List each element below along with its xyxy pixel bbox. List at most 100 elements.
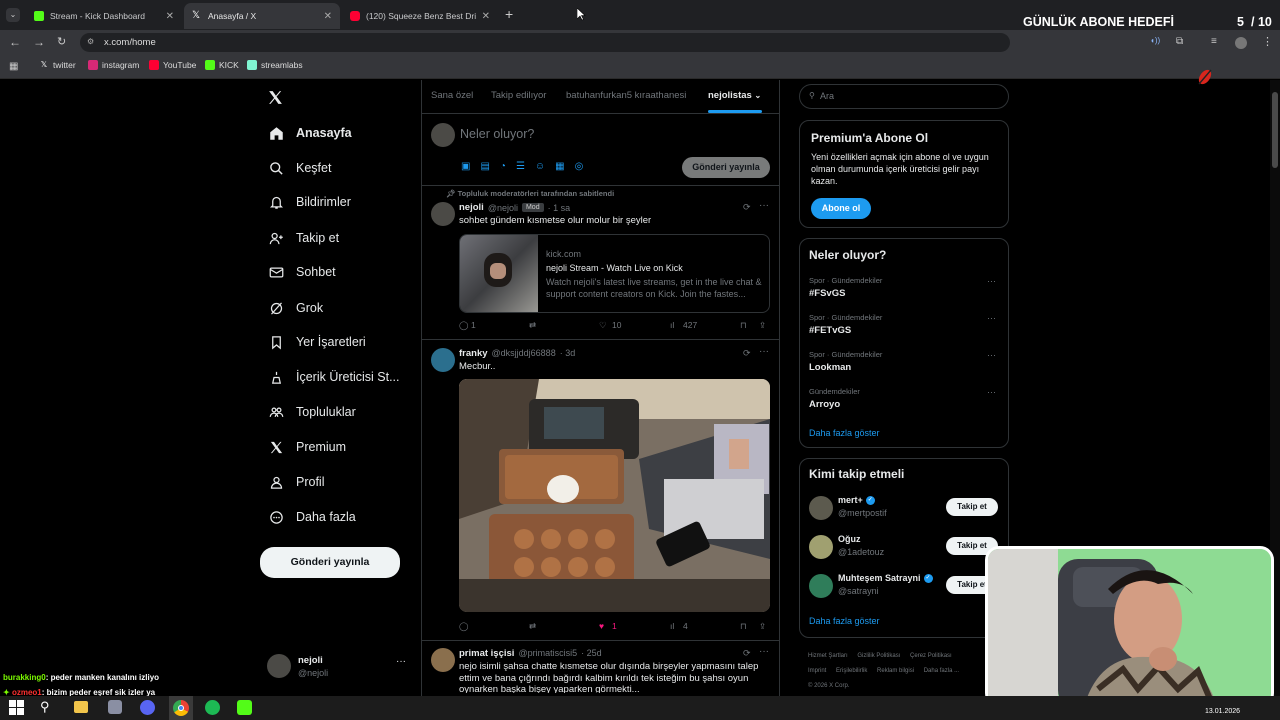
more-dots-icon[interactable]: ··· (987, 313, 996, 323)
link-card[interactable]: kick.com nejoli Stream - Watch Live on K… (459, 234, 770, 313)
grok-icon[interactable]: ⟳ (743, 202, 751, 213)
more-dots-icon[interactable]: ··· (987, 276, 996, 286)
kick-app-icon[interactable] (237, 700, 252, 715)
profile-avatar-icon[interactable] (1235, 37, 1247, 49)
compose-post-button[interactable]: Gönderi yayınla (682, 157, 770, 178)
spotify-icon[interactable] (205, 700, 220, 715)
file-explorer-icon[interactable] (74, 701, 88, 713)
like-icon[interactable]: ♡ (599, 320, 607, 331)
nav-item-3[interactable]: Takip et (268, 227, 339, 249)
reload-icon[interactable]: ↻ (57, 35, 66, 48)
avatar[interactable] (809, 535, 833, 559)
follow-name[interactable]: Oğuz (838, 534, 861, 544)
tab-following[interactable]: Takip edilıyor (491, 90, 546, 101)
follow-name[interactable]: mert+ (838, 495, 863, 505)
tab-for-you[interactable]: Sana özel (431, 90, 473, 101)
forward-icon[interactable]: → (33, 35, 45, 49)
avatar[interactable] (809, 574, 833, 598)
more-dots-icon[interactable]: ··· (987, 387, 996, 397)
views-icon[interactable]: ıl (670, 621, 674, 631)
nav-item-5[interactable]: Grok (268, 297, 323, 319)
bookmark-icon[interactable]: ⊓ (740, 320, 747, 331)
grok-icon[interactable]: ⟳ (743, 348, 751, 359)
views-icon[interactable]: ıl (670, 320, 674, 330)
back-icon[interactable]: ← (9, 35, 21, 49)
avatar[interactable] (809, 496, 833, 520)
tab-community[interactable]: batuhanfurkan5 kıraathanesi (566, 90, 686, 101)
follow-show-more[interactable]: Daha fazla göster (809, 616, 880, 626)
more-dots-icon[interactable]: ··· (396, 656, 406, 667)
close-icon[interactable]: ✕ (166, 11, 174, 22)
tab-nejolistas[interactable]: nejolistas ⌄ (708, 90, 761, 101)
x-logo-icon[interactable] (267, 89, 284, 106)
chrome-taskbar-button[interactable] (169, 696, 193, 720)
site-info-icon[interactable]: ⚙ (87, 37, 94, 46)
nav-item-4[interactable]: Sohbet (268, 261, 336, 283)
post-button[interactable]: Gönderi yayınla (260, 547, 400, 578)
new-tab-icon[interactable]: + (505, 6, 513, 22)
trend-item[interactable]: Spor · Gündemdekiler #FETvGS ··· (809, 313, 1001, 343)
bookmark-icon[interactable]: ⊓ (740, 621, 747, 632)
grok-icon[interactable]: ◔ (500, 161, 506, 172)
more-dots-icon[interactable]: ··· (759, 200, 769, 211)
bookmark-youtube[interactable]: YouTube (149, 60, 196, 70)
bookmark-kick[interactable]: KICK (205, 60, 239, 70)
follow-button[interactable]: Takip et (946, 498, 998, 516)
emoji-icon[interactable]: ☺ (535, 161, 545, 172)
more-dots-icon[interactable]: ··· (759, 646, 769, 657)
tab-search-icon[interactable]: ⌄ (6, 8, 20, 22)
schedule-icon[interactable]: ▦ (555, 161, 564, 172)
liked-heart-icon[interactable]: ♥ (599, 621, 604, 631)
nav-item-6[interactable]: Yer İşaretleri (268, 331, 366, 353)
nav-item-1[interactable]: Keşfet (268, 157, 331, 179)
search-input[interactable]: ⚲ Ara (799, 84, 1009, 109)
nav-item-0[interactable]: Anasayfa (268, 122, 352, 144)
windows-start-icon[interactable] (9, 700, 24, 715)
close-icon[interactable]: ✕ (482, 11, 490, 22)
close-icon[interactable]: ✕ (324, 11, 332, 22)
nav-item-7[interactable]: İçerik Üreticisi St... (268, 366, 400, 388)
gif-icon[interactable]: ▤ (480, 161, 489, 172)
nav-item-2[interactable]: Bildirimler (268, 191, 351, 213)
image-icon[interactable]: ▣ (461, 161, 470, 172)
tab-youtube[interactable]: (120) Squeeze Benz Best Driftin ✕ (342, 3, 498, 29)
tab-x-home[interactable]: 𝕏 Anasayfa / X ✕ (184, 3, 340, 29)
more-dots-icon[interactable]: ··· (987, 350, 996, 360)
tweet-image[interactable] (459, 379, 770, 612)
share-icon[interactable]: ⇪ (759, 621, 766, 632)
nav-item-11[interactable]: Daha fazla (268, 506, 356, 528)
nav-item-8[interactable]: Topluluklar (268, 401, 356, 423)
retweet-icon[interactable]: ⇄ (529, 621, 536, 632)
media-control-icon[interactable]: ≡ (1211, 36, 1217, 47)
avatar[interactable] (431, 648, 455, 672)
app-icon[interactable] (108, 700, 122, 714)
grok-icon[interactable]: ⟳ (743, 648, 751, 659)
tab-kick-dashboard[interactable]: Stream - Kick Dashboard ✕ (26, 3, 182, 29)
retweet-icon[interactable]: ⇄ (529, 320, 536, 331)
address-bar[interactable]: ⚙ x.com/home (80, 33, 1010, 52)
bookmark-streamlabs[interactable]: streamlabs (247, 60, 303, 70)
extensions-icon[interactable]: ⧉ (1176, 36, 1183, 47)
avatar[interactable] (431, 348, 455, 372)
avatar[interactable] (431, 202, 455, 226)
nav-item-10[interactable]: Profil (268, 471, 324, 493)
scrollbar-thumb[interactable] (1272, 92, 1278, 168)
account-switcher[interactable]: nejoli @nejoli ··· (264, 650, 412, 684)
compose-input[interactable]: Neler oluyor? (460, 127, 534, 141)
follow-name[interactable]: Muhteşem Satrayni (838, 573, 921, 583)
trend-item[interactable]: Gündemdekiler Arroyo ··· (809, 387, 1001, 417)
share-icon[interactable]: ⇪ (759, 320, 766, 331)
search-icon[interactable]: ⚲ (40, 699, 50, 715)
location-icon[interactable]: ◎ (575, 161, 584, 172)
reply-icon[interactable]: ◯ (459, 320, 469, 331)
nav-item-9[interactable]: Premium (268, 436, 346, 458)
bookmark-twitter[interactable]: 𝕏twitter (39, 60, 76, 70)
reply-icon[interactable]: ◯ (459, 621, 469, 632)
menu-dots-icon[interactable]: ⋮ (1262, 35, 1273, 48)
audio-icon[interactable]: ◖)) (1150, 36, 1160, 45)
bookmark-instagram[interactable]: instagram (88, 60, 139, 70)
apps-grid-icon[interactable]: ▦ (9, 61, 18, 72)
more-dots-icon[interactable]: ··· (759, 346, 769, 357)
subscribe-button[interactable]: Abone ol (811, 198, 871, 219)
trends-show-more[interactable]: Daha fazla göster (809, 428, 880, 438)
